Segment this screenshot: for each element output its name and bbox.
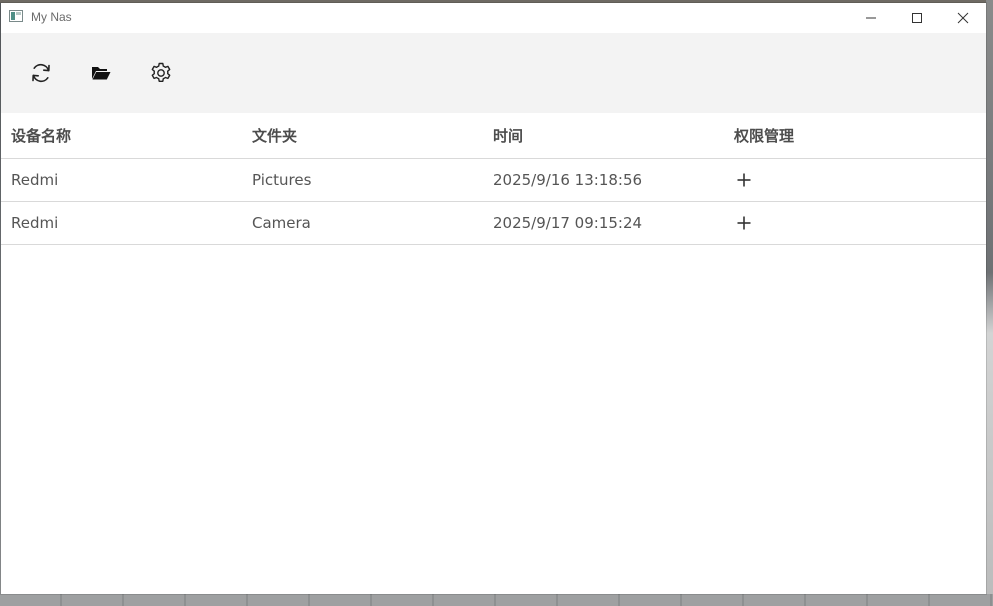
window-title: My Nas (31, 10, 72, 24)
column-header-folder[interactable]: 文件夹 (252, 113, 297, 158)
desktop-background-right (986, 0, 993, 606)
gear-icon (151, 62, 171, 82)
table-row[interactable]: Redmi Pictures 2025/9/16 13:18:56 (1, 159, 986, 202)
close-icon (957, 12, 969, 24)
app-window-icon (9, 10, 23, 22)
settings-button[interactable] (147, 59, 175, 87)
refresh-button[interactable] (27, 59, 55, 87)
refresh-icon (32, 63, 50, 83)
permissions-cell (734, 159, 754, 201)
table-header-row: 设备名称 文件夹 时间 权限管理 (1, 113, 986, 159)
add-permission-button[interactable] (734, 170, 754, 190)
column-header-permissions[interactable]: 权限管理 (734, 113, 794, 158)
folder-cell: Camera (252, 214, 311, 232)
column-header-time[interactable]: 时间 (493, 113, 523, 158)
maximize-icon (912, 13, 922, 23)
minimize-icon (866, 17, 876, 19)
device-table: 设备名称 文件夹 时间 权限管理 Redmi Pictures 2025/9/1… (1, 113, 986, 245)
desktop-background-bottom (0, 594, 993, 606)
folder-open-icon (92, 67, 111, 80)
device-name-cell: Redmi (11, 171, 59, 189)
device-name-cell: Redmi (11, 214, 59, 232)
plus-icon (737, 173, 751, 187)
table-row[interactable]: Redmi Camera 2025/9/17 09:15:24 (1, 202, 986, 245)
add-permission-button[interactable] (734, 213, 754, 233)
toolbar (1, 33, 986, 113)
app-window: My Nas 设备名称 文件夹 时间 权限管理 Redmi Pictures 2… (1, 3, 986, 594)
time-cell: 2025/9/16 13:18:56 (493, 171, 643, 189)
minimize-button[interactable] (848, 3, 894, 33)
maximize-button[interactable] (894, 3, 940, 33)
folder-cell: Pictures (252, 171, 312, 189)
title-bar[interactable]: My Nas (1, 3, 986, 33)
time-cell: 2025/9/17 09:15:24 (493, 214, 643, 232)
open-folder-button[interactable] (87, 59, 115, 87)
column-header-device-name[interactable]: 设备名称 (11, 113, 71, 158)
plus-icon (737, 216, 751, 230)
close-button[interactable] (940, 3, 986, 33)
permissions-cell (734, 202, 754, 244)
